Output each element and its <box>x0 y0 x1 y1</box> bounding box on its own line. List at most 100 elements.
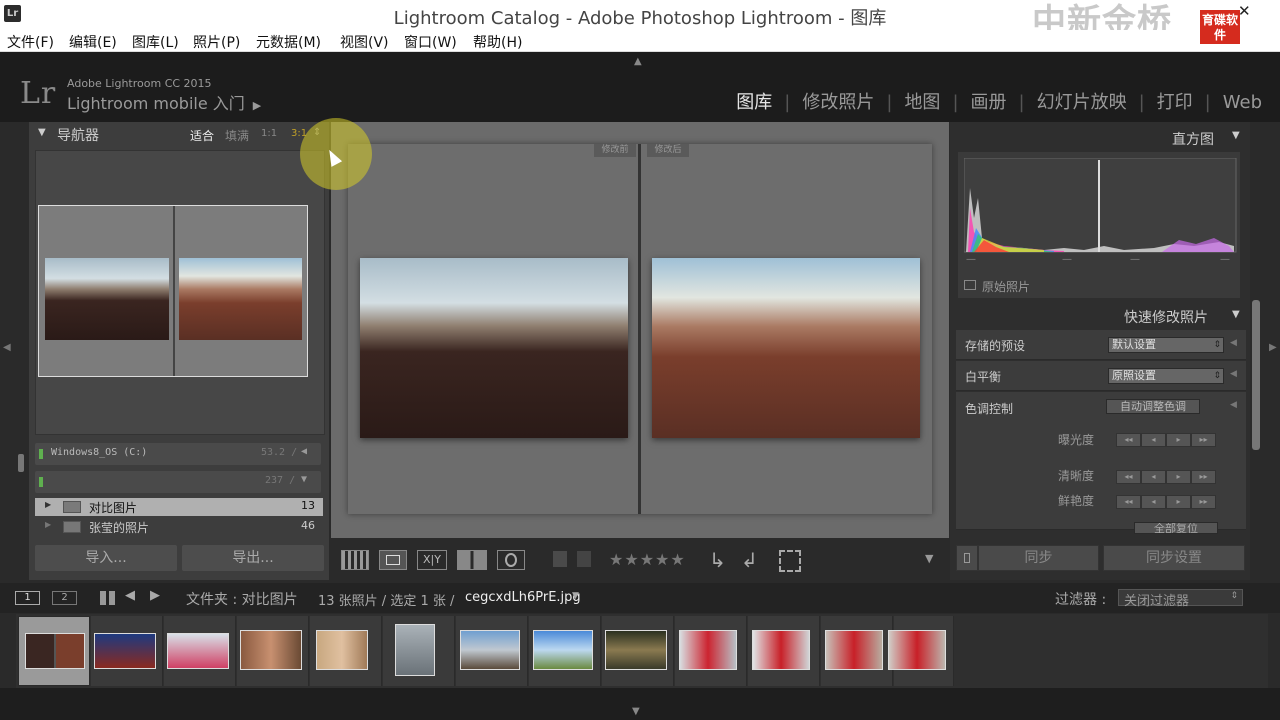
navigator-thumbnail[interactable] <box>38 205 308 377</box>
film-cell[interactable] <box>602 616 674 686</box>
rotate-left-icon[interactable]: ↳ <box>709 548 726 572</box>
filename-menu-icon[interactable]: ▼ <box>572 591 579 601</box>
filmstrip-filename[interactable]: cegcxdLh6PrE.jpg <box>465 590 581 605</box>
folder-row-selected[interactable]: ▶ 对比图片 13 <box>35 498 323 516</box>
vibrance-stepper[interactable]: ◂◂ ◂ ▸ ▸▸ <box>1116 493 1216 509</box>
film-cell[interactable] <box>748 616 820 686</box>
module-develop[interactable]: 修改照片 <box>802 88 874 114</box>
collapse-left-arrow-icon[interactable]: ◀ <box>3 342 11 353</box>
collapse-right-arrow-icon[interactable]: ▶ <box>1269 342 1277 353</box>
back-arrow-icon[interactable]: ◀ <box>125 588 135 603</box>
white-balance-select[interactable]: 原照设置 ⇕ <box>1108 368 1224 384</box>
film-cell[interactable] <box>18 616 90 686</box>
navigator-header[interactable]: ▼ 导航器 适合 填满 1:1 3:1 ⇕ <box>29 122 329 148</box>
module-slideshow[interactable]: 幻灯片放映 <box>1037 88 1127 114</box>
primary-window-button[interactable]: 1 <box>15 591 40 605</box>
film-cell[interactable] <box>529 616 601 686</box>
zoom-1-1[interactable]: 1:1 <box>261 128 277 139</box>
saved-preset-select[interactable]: 默认设置 ⇕ <box>1108 337 1224 353</box>
import-button[interactable]: 导入... <box>35 545 177 571</box>
forward-arrow-icon[interactable]: ▶ <box>150 588 160 603</box>
reset-all-button[interactable]: 全部复位 <box>1134 522 1218 534</box>
folder-icon <box>63 501 81 513</box>
zoom-fit[interactable]: 适合 <box>190 127 214 144</box>
histogram: — — — — 原始照片 <box>958 152 1240 298</box>
module-web[interactable]: Web <box>1223 92 1262 113</box>
film-cell[interactable] <box>675 616 747 686</box>
filmstrip-source[interactable]: 文件夹 : 对比图片 <box>186 589 298 609</box>
tone-control-group: 色调控制 自动调整色调 ◀ 曝光度 ◂◂ ◂ ▸ ▸▸ 清晰度 ◂◂ ◂ ▸ ▸▸ 鲜艳度 … <box>956 392 1246 534</box>
volume-arrow-icon[interactable]: ▼ <box>301 474 307 485</box>
mobile-getting-started[interactable]: Lightroom mobile 入门 ▶ <box>67 90 261 114</box>
quick-develop-header[interactable]: 快速修改照片 ▼ <box>950 302 1250 330</box>
people-view-icon[interactable] <box>497 550 525 570</box>
survey-view-icon[interactable] <box>457 550 487 570</box>
film-cell[interactable] <box>237 616 309 686</box>
after-photo[interactable] <box>652 258 920 438</box>
toolbar-menu-icon[interactable]: ▼ <box>925 552 933 565</box>
loupe-view-icon[interactable] <box>379 550 407 570</box>
secondary-window-button[interactable]: 2 <box>52 591 77 605</box>
saved-preset-row: 存储的预设 默认设置 ⇕ ◀ <box>956 330 1246 360</box>
flag-icon[interactable] <box>553 551 567 567</box>
film-cell[interactable] <box>888 616 954 686</box>
left-scrollbar[interactable] <box>18 454 24 472</box>
before-photo[interactable] <box>360 258 628 438</box>
folder-row[interactable]: ▶ 张莹的照片 46 <box>35 518 323 536</box>
film-cell[interactable] <box>91 616 163 686</box>
bottom-bar: ▼ <box>0 688 1280 720</box>
star-rating[interactable]: ★★★★★ <box>609 550 686 569</box>
crop-overlay-icon[interactable] <box>779 550 801 572</box>
reject-flag-icon[interactable] <box>577 551 591 567</box>
sync-button[interactable]: 同步 <box>978 545 1099 571</box>
menu-window[interactable]: 窗口(W) <box>404 32 457 52</box>
histogram-title[interactable]: 直方图 <box>1172 129 1214 149</box>
film-cell[interactable] <box>310 616 382 686</box>
film-cell[interactable] <box>383 616 455 686</box>
module-map[interactable]: 地图 <box>904 88 940 114</box>
original-photo-checkbox[interactable] <box>964 280 976 290</box>
volume-d[interactable]: 237 / ▼ <box>35 471 321 493</box>
play-arrow-icon: ▶ <box>252 99 262 112</box>
grid-icon[interactable] <box>100 591 116 605</box>
compare-view-icon[interactable]: X|Y <box>417 550 447 570</box>
menu-help[interactable]: 帮助(H) <box>473 32 522 52</box>
film-cell[interactable] <box>821 616 893 686</box>
film-cell[interactable] <box>456 616 528 686</box>
sync-toggle[interactable] <box>956 545 978 571</box>
menu-view[interactable]: 视图(V) <box>340 32 389 52</box>
disclosure-triangle-icon[interactable]: ▼ <box>38 127 46 138</box>
menu-photo[interactable]: 照片(P) <box>193 32 240 52</box>
filmstrip-info: 13 张照片 / 选定 1 张 / <box>318 594 455 609</box>
exposure-stepper[interactable]: ◂◂ ◂ ▸ ▸▸ <box>1116 431 1216 447</box>
sync-settings-button[interactable]: 同步设置 <box>1103 545 1245 571</box>
watermark-logo: 育碟软件 <box>1200 10 1240 44</box>
grid-view-icon[interactable] <box>341 550 369 570</box>
volumes-list: Windows8_OS (C:) 53.2 / ◀ 237 / ▼ ▶ 对比图片… <box>35 441 323 551</box>
zoom-fill[interactable]: 填满 <box>225 127 249 144</box>
collapse-top-arrow-icon[interactable]: ▲ <box>634 56 642 67</box>
compare-canvas: 修改前 修改后 <box>348 144 932 514</box>
film-cell[interactable] <box>164 616 236 686</box>
module-book[interactable]: 画册 <box>971 88 1007 114</box>
histogram-toggle-icon[interactable]: ▼ <box>1232 130 1240 141</box>
white-balance-row: 白平衡 原照设置 ⇕ ◀ <box>956 361 1246 391</box>
module-library[interactable]: 图库 <box>736 88 772 114</box>
menu-metadata[interactable]: 元数据(M) <box>256 32 321 52</box>
histogram-graph <box>964 158 1237 253</box>
volume-arrow-icon[interactable]: ◀ <box>301 446 307 457</box>
collapse-bottom-arrow-icon[interactable]: ▼ <box>632 706 640 717</box>
menu-edit[interactable]: 编辑(E) <box>69 32 117 52</box>
right-scrollbar[interactable] <box>1252 300 1260 450</box>
menu-file[interactable]: 文件(F) <box>7 32 54 52</box>
menu-library[interactable]: 图库(L) <box>132 32 179 52</box>
filter-select[interactable]: 关闭过滤器 ⇕ <box>1118 589 1243 609</box>
auto-tone-button[interactable]: 自动调整色调 <box>1106 399 1200 414</box>
export-button[interactable]: 导出... <box>182 545 324 571</box>
clarity-stepper[interactable]: ◂◂ ◂ ▸ ▸▸ <box>1116 468 1216 484</box>
navigator-title: 导航器 <box>57 128 99 144</box>
quick-develop-toggle-icon[interactable]: ▼ <box>1232 309 1240 320</box>
module-print[interactable]: 打印 <box>1157 88 1193 114</box>
rotate-right-icon[interactable]: ↲ <box>741 548 758 572</box>
volume-c[interactable]: Windows8_OS (C:) 53.2 / ◀ <box>35 443 321 465</box>
